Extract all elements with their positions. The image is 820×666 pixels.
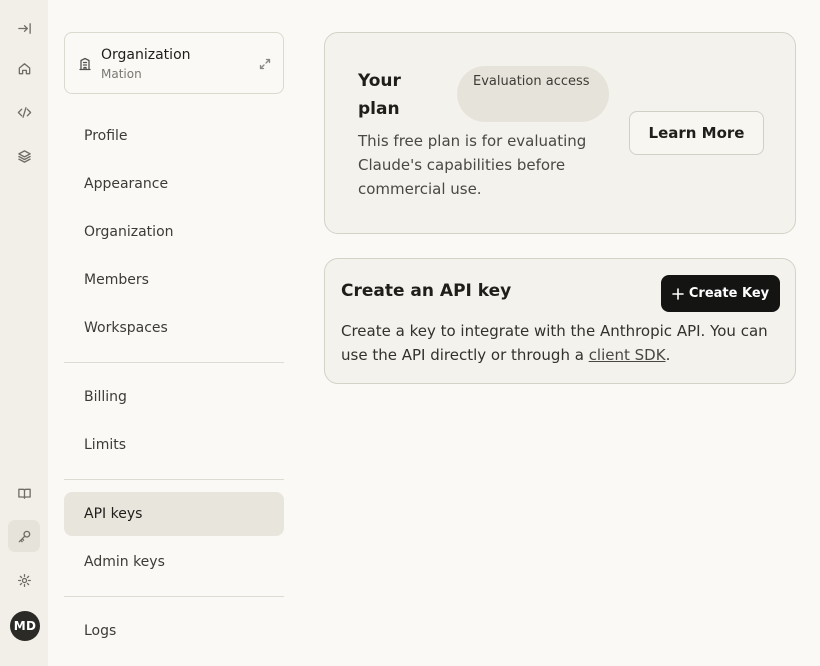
code-icon[interactable] [8,96,40,128]
collapse-sidebar-icon[interactable] [8,12,40,44]
plus-icon [672,287,684,300]
nav-item-admin-keys[interactable]: Admin keys [64,540,284,584]
building-icon [78,56,92,71]
nav-item-billing[interactable]: Billing [64,375,284,419]
plan-card: Your plan Evaluation access This free pl… [324,32,796,234]
learn-more-button[interactable]: Learn More [629,111,764,155]
create-api-key-card: Create an API key Create Key Create a ke… [324,258,796,384]
icon-rail: MD [0,0,48,666]
plan-badge: Evaluation access [457,66,609,122]
key-icon[interactable] [8,520,40,552]
nav-item-limits[interactable]: Limits [64,423,284,467]
expand-icon [258,56,272,70]
api-desc-suffix: . [665,346,671,364]
api-card-title: Create an API key [341,281,512,301]
plan-title: Your plan [358,71,401,119]
nav-item-appearance[interactable]: Appearance [64,162,284,206]
api-desc-text: Create a key to integrate with the Anthr… [341,322,768,364]
org-switcher-label: Organization [101,47,191,63]
nav-divider [64,479,284,480]
gear-icon[interactable] [8,564,40,596]
home-icon[interactable] [8,52,40,84]
layers-icon[interactable] [8,140,40,172]
book-icon[interactable] [8,477,40,509]
create-key-label: Create Key [688,286,770,301]
client-sdk-link[interactable]: client SDK [589,346,666,364]
nav-item-members[interactable]: Members [64,258,284,302]
plan-description: This free plan is for evaluating Claude'… [358,132,587,198]
organization-switcher[interactable]: Organization Mation [64,32,284,94]
nav-item-profile[interactable]: Profile [64,114,284,158]
user-avatar[interactable]: MD [10,611,40,641]
avatar-initials: MD [13,619,37,633]
nav-divider [64,596,284,597]
nav-divider [64,362,284,363]
nav-item-api-keys[interactable]: API keys [64,492,284,536]
nav-item-workspaces[interactable]: Workspaces [64,306,284,350]
create-key-button[interactable]: Create Key [661,275,780,312]
org-name: Mation [101,67,142,81]
nav-item-logs[interactable]: Logs [64,609,284,653]
api-card-description: Create a key to integrate with the Anthr… [341,319,786,367]
nav-item-organization[interactable]: Organization [64,210,284,254]
